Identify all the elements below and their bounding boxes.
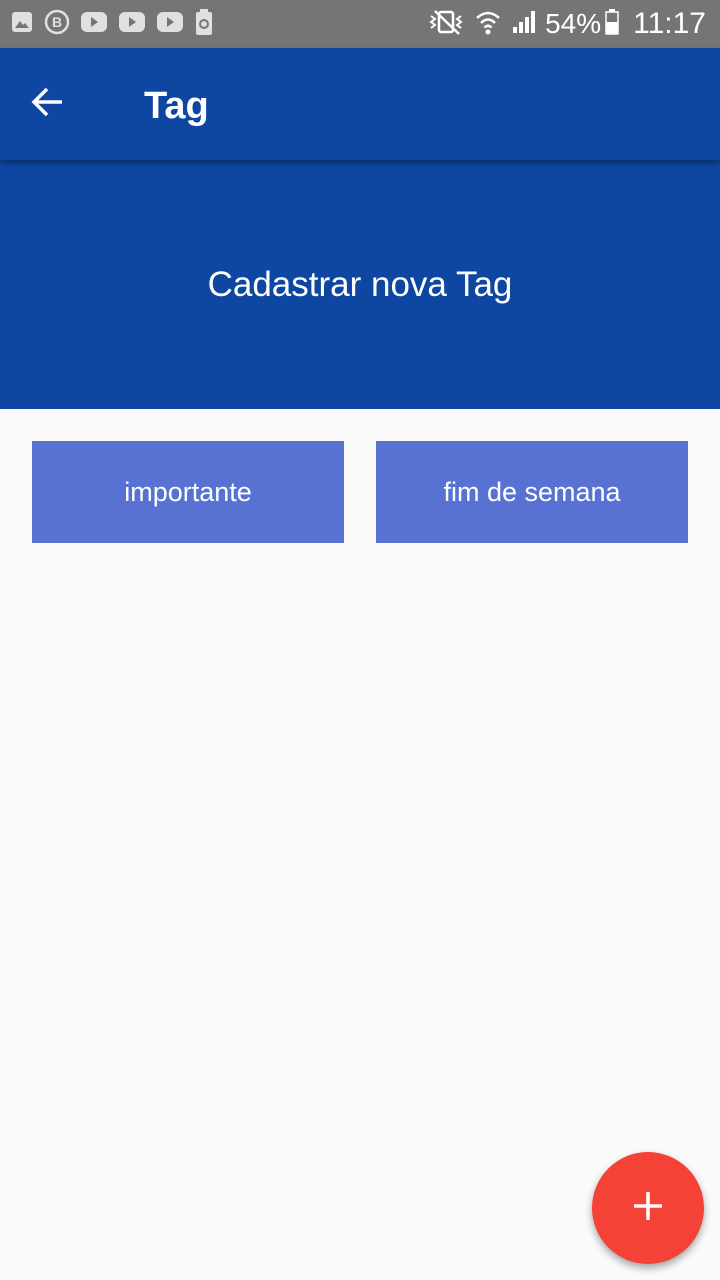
- tag-item-importante[interactable]: importante: [32, 441, 344, 543]
- page-title: Tag: [144, 85, 209, 127]
- clock: 11:17: [633, 7, 706, 40]
- register-tag-button[interactable]: Cadastrar nova Tag: [0, 160, 720, 409]
- youtube-icon: [156, 11, 184, 38]
- youtube-icon: [118, 11, 146, 38]
- notification-icons: B: [10, 8, 224, 41]
- system-icons: 54% 11:17: [417, 0, 706, 48]
- plus-icon: [631, 1189, 665, 1228]
- svg-text:B: B: [52, 14, 62, 30]
- screen: B 54% 11:17 Tag Cadastrar nova Tag impor…: [0, 0, 720, 1280]
- gallery-icon: [10, 10, 34, 39]
- header-banner: Cadastrar nova Tag: [0, 160, 720, 409]
- vibrate-mute-icon: [427, 8, 465, 41]
- battery-saver-icon: [194, 8, 214, 41]
- signal-icon: [511, 9, 537, 40]
- app-bar: Tag: [0, 48, 720, 160]
- add-tag-fab[interactable]: [592, 1152, 704, 1264]
- status-bar: B 54% 11:17: [0, 0, 720, 48]
- back-button[interactable]: [20, 76, 76, 132]
- battery-percent: 54%: [545, 8, 602, 39]
- battery-icon: [605, 8, 619, 40]
- b-badge-icon: B: [44, 9, 70, 40]
- tag-item-fim-de-semana[interactable]: fim de semana: [376, 441, 688, 543]
- arrow-back-icon: [30, 84, 66, 125]
- wifi-icon: [475, 8, 501, 41]
- youtube-icon: [80, 11, 108, 38]
